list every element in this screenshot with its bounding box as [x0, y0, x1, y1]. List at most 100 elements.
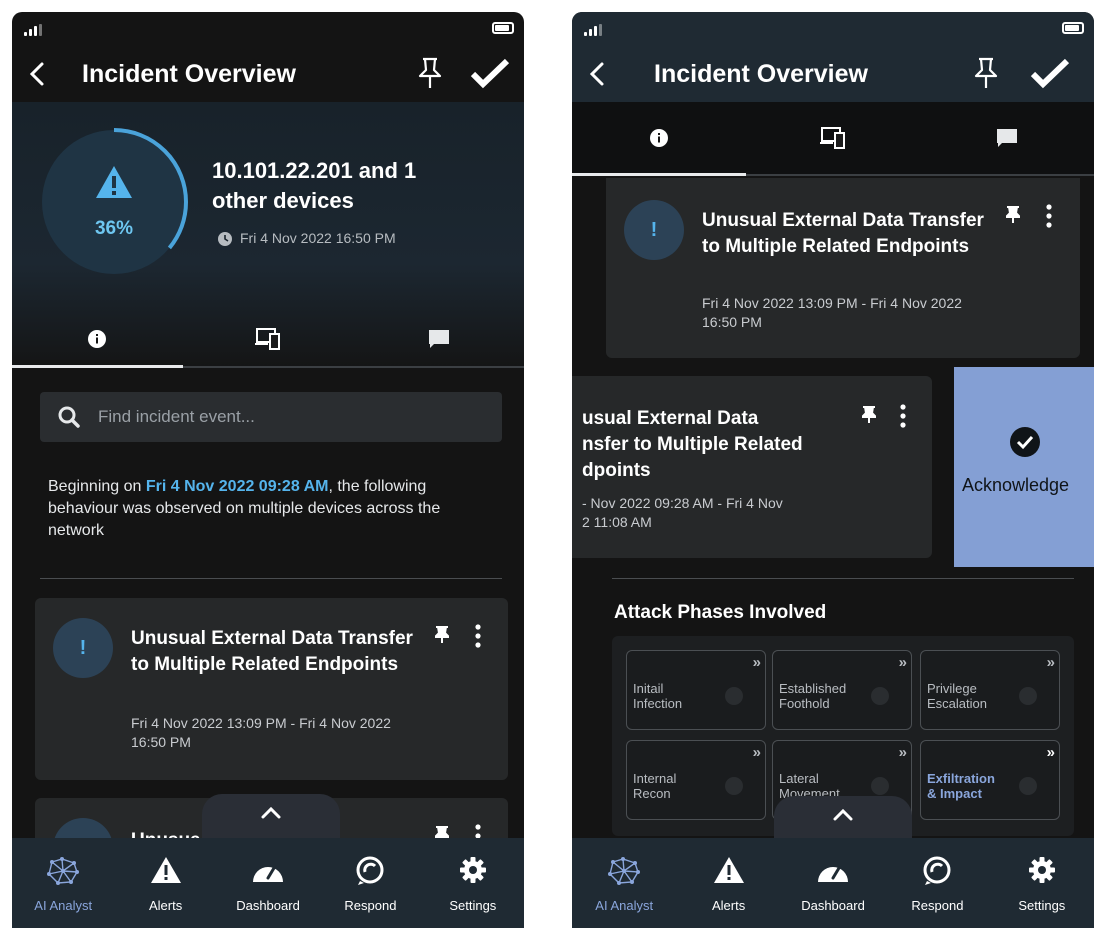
- nav-ai-analyst[interactable]: AI Analyst: [12, 838, 114, 928]
- pin-icon[interactable]: [416, 56, 444, 92]
- bottom-nav: AI Analyst Alerts Dashboard Respond Sett…: [572, 838, 1094, 928]
- phase-privilege-escalation[interactable]: » Privilege Escalation: [920, 650, 1060, 730]
- pin-icon[interactable]: [435, 626, 449, 644]
- event-title: Unusual External Data Transfer to Multip…: [131, 628, 413, 675]
- check-circle-icon: [1010, 427, 1040, 457]
- acknowledge-swipe-action[interactable]: Acknowledge: [954, 367, 1094, 567]
- chevron-right-icon: »: [1046, 744, 1055, 761]
- pin-icon[interactable]: [1006, 206, 1020, 224]
- gauge-icon: [818, 866, 849, 882]
- alert-icon: [150, 857, 181, 883]
- info-icon: [88, 330, 107, 348]
- expand-drawer-button[interactable]: [774, 796, 912, 840]
- event-title-line-3: dpoints: [582, 460, 651, 481]
- expand-drawer-button[interactable]: [202, 794, 340, 838]
- privilege-icon: [1019, 687, 1037, 705]
- tab-comments[interactable]: [920, 102, 1094, 174]
- shield-icon: [871, 687, 889, 705]
- devices-icon: [255, 328, 280, 350]
- battery-icon: [1062, 22, 1084, 34]
- event-badge: !: [53, 618, 113, 678]
- chevron-right-icon: »: [1046, 654, 1055, 671]
- comment-icon: [997, 129, 1017, 147]
- phase-label: Exfiltration & Impact: [927, 771, 995, 801]
- nav-respond[interactable]: Respond: [885, 838, 989, 928]
- divider: [40, 578, 502, 579]
- search-icon: [58, 406, 80, 428]
- tab-info[interactable]: [572, 102, 746, 176]
- nav-alerts[interactable]: Alerts: [676, 838, 780, 928]
- nav-label: Respond: [344, 898, 397, 913]
- acknowledge-icon[interactable]: [1030, 56, 1070, 92]
- event-title: Unusual External Data Transfer to Multip…: [702, 210, 984, 257]
- warning-icon: [96, 166, 132, 198]
- nav-label: AI Analyst: [34, 898, 93, 913]
- signal-icon: [24, 24, 42, 36]
- incident-event-card[interactable]: ! Unusual External Data Transfer to Mult…: [35, 598, 508, 780]
- gear-icon: [1028, 857, 1055, 883]
- nav-dashboard[interactable]: Dashboard: [781, 838, 885, 928]
- pin-icon[interactable]: [862, 406, 876, 424]
- top-bar: Incident Overview: [572, 46, 1094, 102]
- network-icon: [47, 857, 80, 885]
- divider: [612, 578, 1074, 579]
- more-options-icon[interactable]: [475, 624, 481, 648]
- clock-icon: [218, 232, 232, 246]
- right-screen: Incident Overview ! Unusual External Dat…: [572, 12, 1094, 928]
- phase-initial-infection[interactable]: » Initail Infection: [626, 650, 766, 730]
- phase-label: Privilege Escalation: [927, 681, 987, 711]
- phase-exfiltration-impact[interactable]: » Exfiltration & Impact: [920, 740, 1060, 820]
- left-screen: Incident Overview 36% 10.101.22.201 and …: [12, 12, 524, 928]
- chevron-up-icon: [833, 808, 853, 821]
- phase-label: Internal Recon: [633, 771, 677, 801]
- infection-icon: [725, 687, 743, 705]
- search-placeholder: Find incident event...: [98, 407, 255, 426]
- back-icon[interactable]: [586, 60, 610, 88]
- tab-devices[interactable]: [183, 312, 354, 366]
- phase-established-foothold[interactable]: » Established Foothold: [772, 650, 912, 730]
- desc-date-link[interactable]: Fri 4 Nov 2022 09:28 AM: [146, 478, 329, 495]
- battery-icon: [492, 22, 514, 34]
- chevron-right-icon: »: [898, 744, 907, 761]
- event-title-line-1: usual External Data: [582, 408, 759, 429]
- nav-label: AI Analyst: [595, 898, 654, 913]
- more-options-icon[interactable]: [1046, 204, 1052, 228]
- signal-icon: [584, 24, 602, 36]
- phase-internal-recon[interactable]: » Internal Recon: [626, 740, 766, 820]
- threat-score-percent: 36%: [94, 218, 134, 239]
- tab-info[interactable]: [12, 312, 183, 368]
- nav-settings[interactable]: Settings: [422, 838, 524, 928]
- event-date-range: Fri 4 Nov 2022 13:09 PM - Fri 4 Nov 2022…: [131, 715, 391, 750]
- exfiltration-icon: [1019, 777, 1037, 795]
- nav-alerts[interactable]: Alerts: [114, 838, 216, 928]
- phase-label: Established Foothold: [779, 681, 847, 711]
- nav-label: Dashboard: [801, 898, 865, 913]
- nav-settings[interactable]: Settings: [990, 838, 1094, 928]
- event-title-line-2: nsfer to Multiple Related: [582, 434, 803, 455]
- tab-bar: [572, 102, 1094, 176]
- movement-icon: [871, 777, 889, 795]
- tab-comments[interactable]: [353, 312, 524, 366]
- event-badge: !: [624, 200, 684, 260]
- status-bar: [572, 12, 1094, 46]
- tab-devices[interactable]: [746, 102, 920, 174]
- comment-icon: [428, 330, 449, 348]
- alert-icon: [713, 857, 744, 883]
- nav-ai-analyst[interactable]: AI Analyst: [572, 838, 676, 928]
- more-options-icon[interactable]: [900, 404, 906, 428]
- page-title: Incident Overview: [82, 60, 296, 88]
- nav-label: Alerts: [711, 898, 746, 913]
- event-date-line-2: 2 11:08 AM: [582, 514, 652, 530]
- acknowledge-icon[interactable]: [470, 56, 510, 92]
- nav-respond[interactable]: Respond: [319, 838, 421, 928]
- chevron-up-icon: [261, 806, 281, 819]
- incident-event-card[interactable]: ! Unusual External Data Transfer to Mult…: [606, 178, 1080, 358]
- chevron-right-icon: »: [898, 654, 907, 671]
- threat-score-ring: 36%: [38, 126, 190, 278]
- nav-dashboard[interactable]: Dashboard: [217, 838, 319, 928]
- devices-heading: 10.101.22.201 and 1 other devices: [212, 156, 472, 216]
- back-icon[interactable]: [26, 60, 50, 88]
- swiped-event-card[interactable]: usual External Data nsfer to Multiple Re…: [572, 376, 932, 558]
- search-input[interactable]: Find incident event...: [40, 392, 502, 442]
- pin-icon[interactable]: [972, 56, 1000, 92]
